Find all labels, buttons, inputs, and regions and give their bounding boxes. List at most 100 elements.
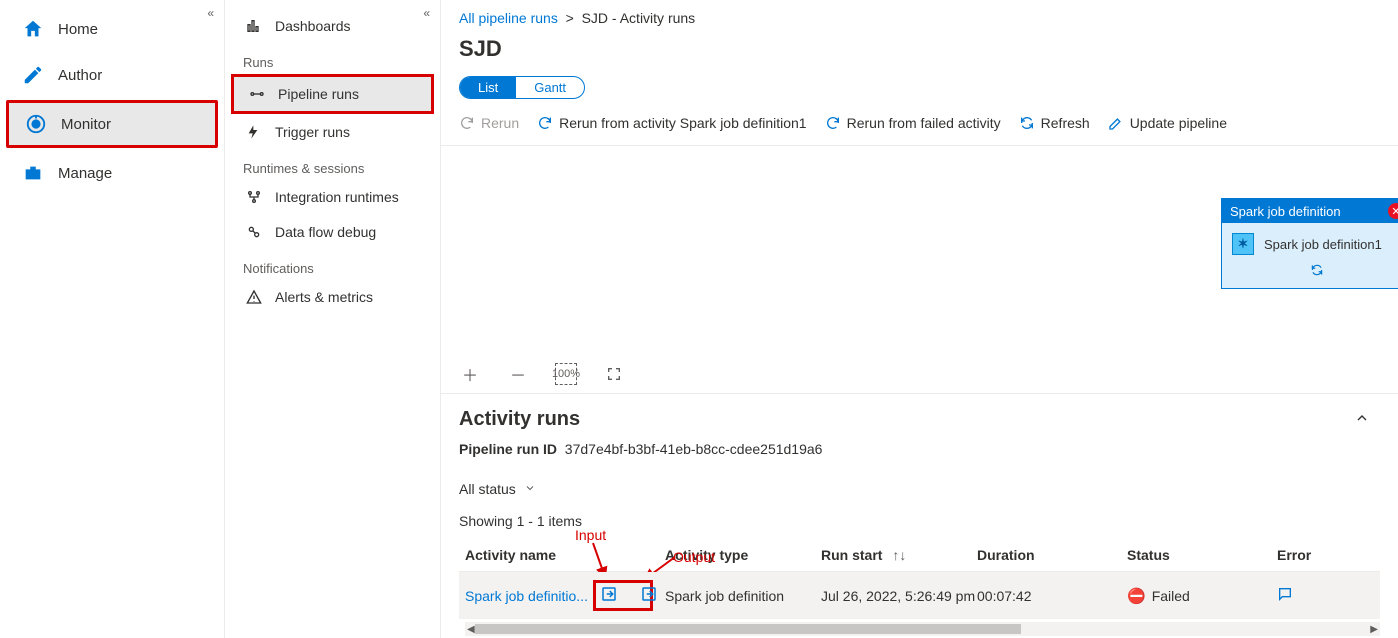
scrollbar-thumb[interactable]	[475, 624, 1022, 634]
trigger-icon	[245, 123, 263, 141]
col-error[interactable]: Error	[1277, 547, 1363, 563]
nav-monitor[interactable]: Monitor	[6, 100, 218, 148]
sidebar-item-trigger-runs[interactable]: Trigger runs	[231, 115, 434, 149]
toggle-gantt[interactable]: Gantt	[516, 77, 584, 98]
zoom-in-icon[interactable]: ＋	[459, 363, 481, 385]
annotation-input: Input	[575, 527, 606, 543]
node-title: Spark job definition1	[1264, 237, 1382, 252]
col-status[interactable]: Status	[1127, 547, 1277, 563]
fit-screen-icon[interactable]	[603, 363, 625, 385]
secondary-nav: « Dashboards Runs Pipeline runs Trigger …	[225, 0, 441, 638]
run-id-value: 37d7e4bf-b3bf-41eb-b8cc-cdee251d19a6	[565, 441, 823, 457]
col-label: Run start	[821, 547, 882, 563]
toolbar-label: Rerun from activity Spark job definition…	[559, 115, 806, 131]
node-footer	[1222, 261, 1398, 288]
sidebar-item-label: Trigger runs	[275, 124, 350, 140]
toolbar-label: Refresh	[1041, 115, 1090, 131]
pencil-icon	[22, 64, 44, 86]
node-header: Spark job definition ✕	[1222, 199, 1398, 223]
dashboard-icon	[245, 17, 263, 35]
sidebar-item-dashboards[interactable]: Dashboards	[231, 9, 434, 43]
rerun-icon	[459, 115, 475, 131]
output-icon[interactable]	[636, 583, 662, 608]
nav-author[interactable]: Author	[6, 54, 218, 96]
sidebar-item-label: Pipeline runs	[278, 86, 359, 102]
nav-home[interactable]: Home	[6, 8, 218, 50]
cell-error[interactable]	[1277, 586, 1363, 605]
toolbox-icon	[22, 162, 44, 184]
rerun-failed-icon	[825, 115, 841, 131]
nav-label: Monitor	[61, 116, 111, 133]
rerun-failed-button[interactable]: Rerun from failed activity	[825, 115, 1001, 131]
sidebar-item-label: Integration runtimes	[275, 189, 399, 205]
activity-name-link[interactable]: Spark job definitio...	[465, 588, 588, 604]
col-activity-name[interactable]: Activity name	[465, 547, 665, 563]
toolbar-label: Rerun from failed activity	[847, 115, 1001, 131]
primary-nav: « Home Author Monitor Manage	[0, 0, 225, 638]
rerun-activity-icon	[537, 115, 553, 131]
table-header: Activity name Activity type Run start ↑↓…	[459, 539, 1380, 572]
scroll-left-icon[interactable]: ◀	[467, 624, 475, 635]
toolbar-label: Rerun	[481, 115, 519, 131]
section-heading-runs: Runs	[243, 55, 424, 70]
section-heading-notifications: Notifications	[243, 261, 424, 276]
refresh-button[interactable]: Refresh	[1019, 115, 1090, 131]
chevron-down-icon	[524, 481, 536, 497]
run-id-row: Pipeline run ID 37d7e4bf-b3bf-41eb-b8cc-…	[459, 441, 1380, 457]
collapse-secondary-icon[interactable]: «	[423, 6, 430, 20]
failed-status-icon: ⛔	[1127, 587, 1146, 605]
scroll-right-icon[interactable]: ▶	[1370, 624, 1378, 635]
section-heading-runtimes: Runtimes & sessions	[243, 161, 424, 176]
activity-node[interactable]: Spark job definition ✕ ✶ Spark job defin…	[1221, 198, 1398, 289]
sidebar-item-integration-runtimes[interactable]: Integration runtimes	[231, 180, 434, 214]
nav-label: Home	[58, 21, 98, 38]
node-body: ✶ Spark job definition1	[1222, 223, 1398, 261]
sync-icon[interactable]	[1310, 265, 1324, 280]
sidebar-item-dataflow-debug[interactable]: Data flow debug	[231, 215, 434, 249]
nav-manage[interactable]: Manage	[6, 152, 218, 194]
filter-label: All status	[459, 481, 516, 497]
activity-runs-title: Activity runs	[459, 408, 580, 431]
view-toggle: List Gantt	[441, 72, 1398, 111]
main-panel: All pipeline runs > SJD - Activity runs …	[441, 0, 1398, 638]
collapse-section-icon[interactable]	[1354, 410, 1380, 429]
breadcrumb-current: SJD - Activity runs	[582, 10, 696, 26]
input-icon[interactable]	[596, 583, 622, 608]
pipeline-icon	[248, 85, 266, 103]
io-icons	[593, 580, 653, 611]
toggle-list[interactable]: List	[460, 77, 516, 98]
status-text: Failed	[1152, 588, 1190, 604]
page-title: SJD	[441, 32, 1398, 72]
edit-icon	[1108, 115, 1124, 131]
col-run-start[interactable]: Run start ↑↓	[821, 547, 977, 563]
cell-activity-type: Spark job definition	[665, 588, 821, 604]
horizontal-scrollbar[interactable]: ◀ ▶	[465, 622, 1380, 636]
zoom-100-icon[interactable]: 100%	[555, 363, 577, 385]
cell-duration: 00:07:42	[977, 588, 1127, 604]
activity-table: Input Output Activity name Activity type…	[459, 539, 1380, 619]
rerun-from-activity-button[interactable]: Rerun from activity Spark job definition…	[537, 115, 806, 131]
table-row[interactable]: Spark job definitio... Spark job definit…	[459, 572, 1380, 619]
collapse-primary-icon[interactable]: «	[207, 6, 214, 20]
zoom-out-icon[interactable]: －	[507, 363, 529, 385]
update-pipeline-button[interactable]: Update pipeline	[1108, 115, 1227, 131]
pipeline-canvas[interactable]: Spark job definition ✕ ✶ Spark job defin…	[441, 146, 1398, 394]
gauge-icon	[25, 113, 47, 135]
sidebar-item-pipeline-runs[interactable]: Pipeline runs	[231, 74, 434, 114]
status-filter[interactable]: All status	[459, 475, 1380, 503]
node-header-title: Spark job definition	[1230, 204, 1341, 219]
cell-status: ⛔ Failed	[1127, 587, 1277, 605]
close-icon[interactable]: ✕	[1388, 203, 1398, 219]
sidebar-item-alerts-metrics[interactable]: Alerts & metrics	[231, 280, 434, 314]
rerun-button: Rerun	[459, 115, 519, 131]
network-icon	[245, 188, 263, 206]
breadcrumb-parent-link[interactable]: All pipeline runs	[459, 10, 558, 26]
breadcrumb: All pipeline runs > SJD - Activity runs	[441, 0, 1398, 32]
debug-icon	[245, 223, 263, 241]
breadcrumb-separator: >	[562, 10, 582, 26]
toolbar-label: Update pipeline	[1130, 115, 1227, 131]
sidebar-item-label: Alerts & metrics	[275, 289, 373, 305]
col-duration[interactable]: Duration	[977, 547, 1127, 563]
nav-label: Author	[58, 67, 102, 84]
run-id-label: Pipeline run ID	[459, 441, 557, 457]
